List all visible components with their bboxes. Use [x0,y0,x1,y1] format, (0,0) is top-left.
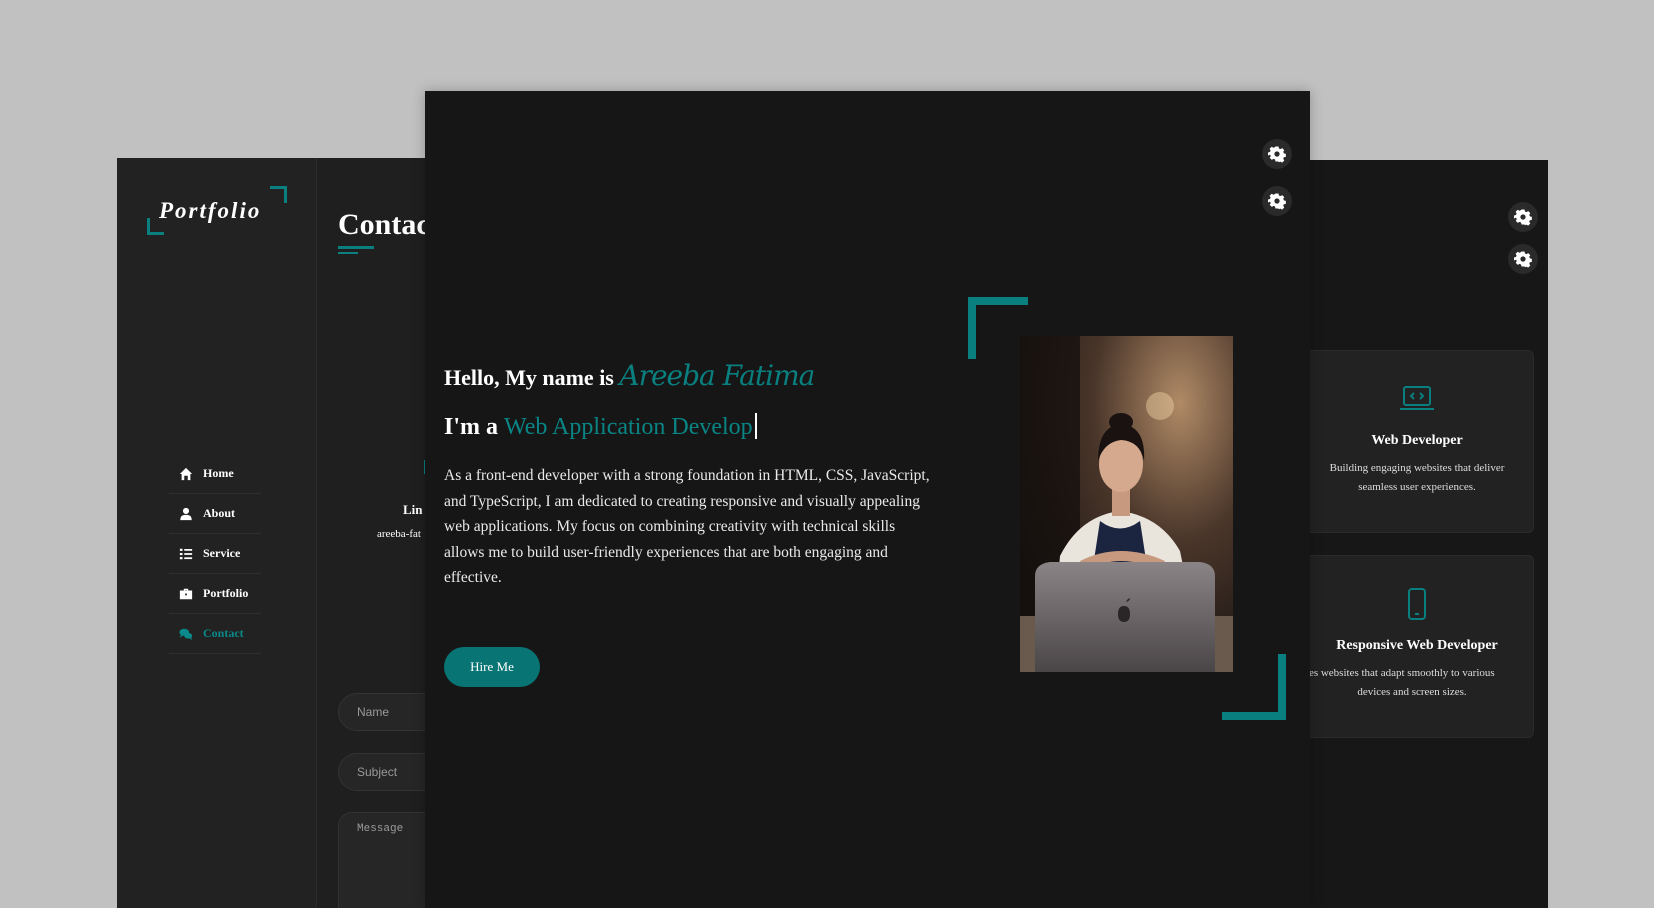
sidebar-item-service[interactable]: Service [169,534,261,574]
profile-photo-illustration [1020,336,1233,672]
settings-button[interactable] [1262,139,1292,169]
subject-field[interactable] [338,753,437,791]
sidebar-item-home[interactable]: Home [169,454,261,494]
hero-greeting: Hello, My name is Areeba Fatima [444,359,815,392]
home-page-window: Hello, My name is Areeba Fatima I'm a We… [425,91,1310,908]
contact-info-label: Lin [403,502,423,517]
service-title: Web Developer [1371,433,1463,448]
gear-icon [1514,209,1532,226]
hero-name: Areeba Fatima [619,359,815,392]
greeting-prefix: Hello, My name is [444,365,620,390]
hire-me-button[interactable]: Hire Me [444,647,540,687]
profile-photo [1020,336,1233,672]
theme-settings-button[interactable] [1508,244,1538,274]
logo-bracket-right [270,186,287,203]
typed-role: Web Application Develop [504,414,753,440]
service-card-responsive[interactable]: Responsive Web Developer ates websites t… [1300,555,1534,738]
photo-frame-corner-top [968,297,1028,359]
service-card-web-developer[interactable]: Web Developer Building engaging websites… [1300,350,1534,533]
sidebar-nav: Home About Service Portfolio Contact [169,454,261,654]
name-field[interactable] [338,693,437,731]
service-description: ates websites that adapt smoothly to var… [1301,667,1495,698]
page-title: Contac [338,208,430,241]
theme-gear-icon [1514,251,1532,268]
role-prefix: I'm a [444,414,504,440]
contact-page-window: Portfolio Home About Service Portfolio C… [117,158,437,908]
sidebar-item-label: Home [203,466,234,480]
sidebar: Portfolio Home About Service Portfolio C… [117,158,317,908]
sidebar-item-portfolio[interactable]: Portfolio [169,574,261,614]
sidebar-item-about[interactable]: About [169,494,261,534]
theme-gear-icon [1268,193,1286,210]
user-icon [180,507,192,520]
laptop-code-icon [1397,379,1437,419]
list-icon [179,548,193,559]
sidebar-item-label: About [203,506,236,520]
settings-button[interactable] [1508,202,1538,232]
chat-icon [179,628,193,640]
logo[interactable]: Portfolio [147,186,287,238]
contact-info-value[interactable]: areeba-fat [377,528,421,540]
hero-description: As a front-end developer with a strong f… [444,467,930,586]
sidebar-item-label: Contact [203,626,244,640]
service-description: Building engaging websites that deliver … [1329,462,1505,493]
home-icon [179,467,193,480]
logo-text: Portfolio [159,198,262,223]
sidebar-item-label: Portfolio [203,586,249,600]
theme-settings-button[interactable] [1262,186,1292,216]
hero-role: I'm a Web Application Develop [444,413,757,441]
typing-caret [754,413,757,439]
message-field[interactable] [338,812,437,908]
photo-frame-corner-bottom [1222,654,1286,720]
sidebar-item-contact[interactable]: Contact [169,614,261,654]
briefcase-icon [179,588,193,599]
title-underline [338,246,374,249]
title-underline-short [338,252,358,254]
sidebar-item-label: Service [203,546,241,560]
service-title: Responsive Web Developer [1336,638,1498,653]
gear-icon [1268,146,1286,163]
mobile-icon [1397,584,1437,624]
services-page-window: Web Developer Building engaging websites… [1300,160,1548,908]
